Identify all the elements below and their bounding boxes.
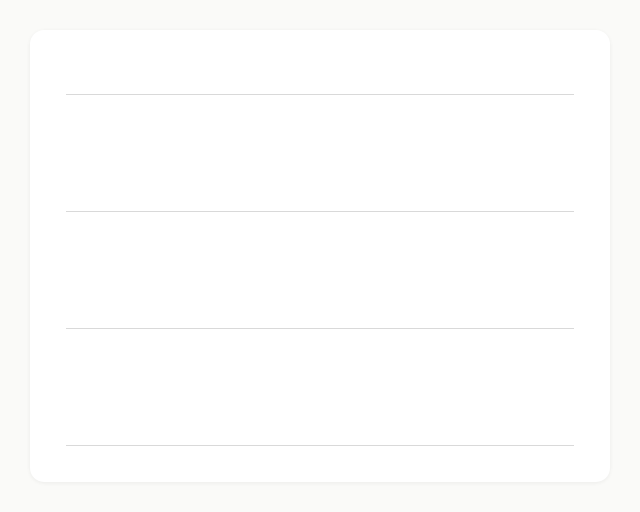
bars-container: [66, 56, 574, 446]
plot-area: [66, 56, 574, 446]
chart-card: [30, 30, 610, 482]
